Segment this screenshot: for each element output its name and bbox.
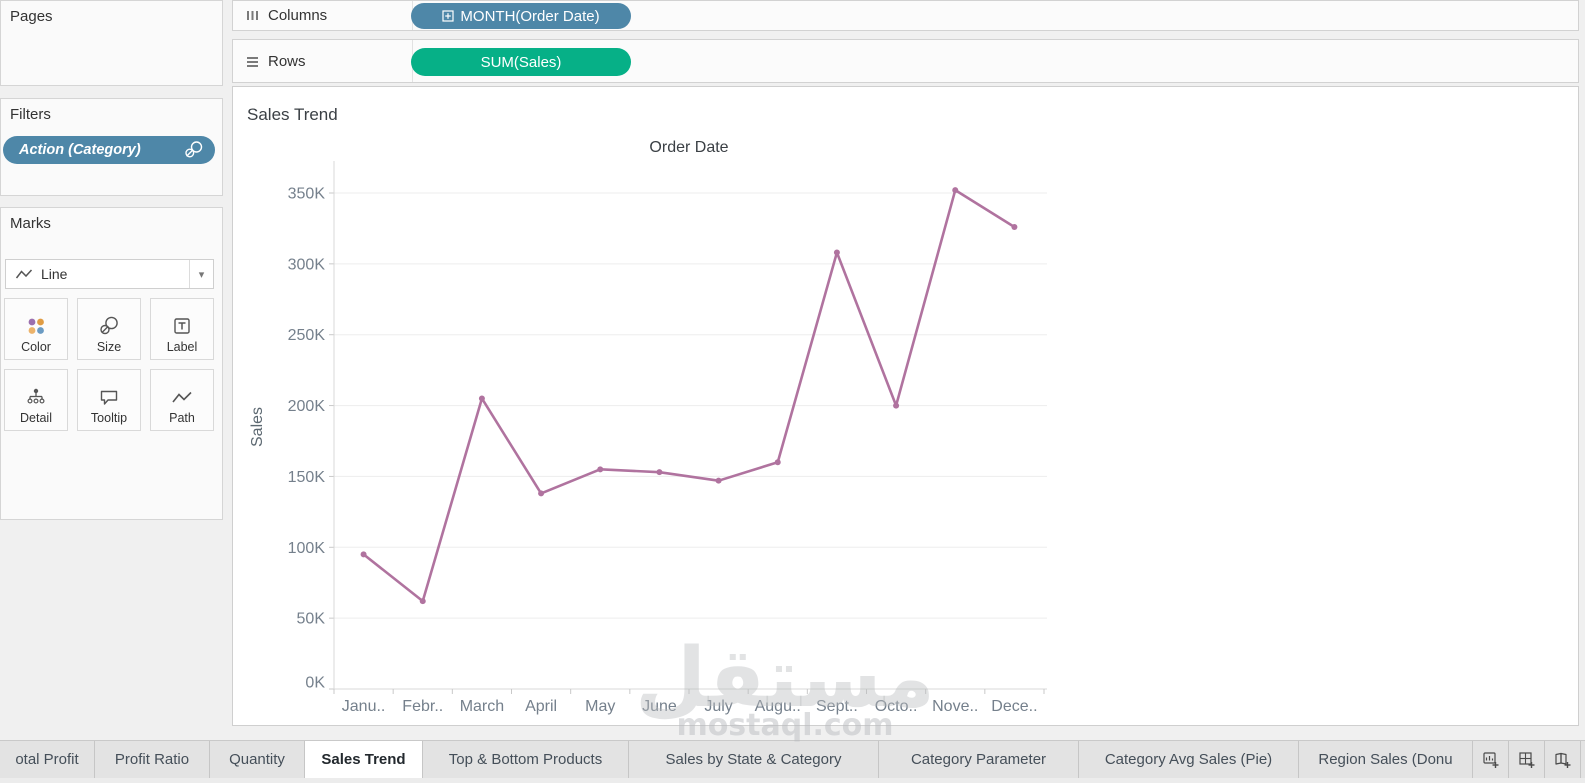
tooltip-button[interactable]: Tooltip bbox=[77, 369, 141, 431]
label-button[interactable]: Label bbox=[150, 298, 214, 360]
svg-text:150K: 150K bbox=[288, 469, 326, 486]
svg-text:April: April bbox=[525, 698, 557, 715]
rows-shelf-text: Rows bbox=[268, 53, 306, 70]
svg-text:300K: 300K bbox=[288, 256, 326, 273]
tab-total-profit[interactable]: otal Profit bbox=[0, 741, 95, 778]
tab-region-sales-donut[interactable]: Region Sales (Donu bbox=[1299, 741, 1473, 778]
mark-type-label: Line bbox=[41, 266, 67, 282]
tooltip-bubble-icon bbox=[98, 387, 120, 407]
color-dots-icon bbox=[26, 316, 46, 336]
svg-text:Nove..: Nove.. bbox=[932, 698, 978, 715]
svg-text:Sept..: Sept.. bbox=[816, 698, 858, 715]
svg-text:250K: 250K bbox=[288, 327, 326, 344]
detail-button[interactable]: Detail bbox=[4, 369, 68, 431]
marks-title: Marks bbox=[1, 208, 222, 232]
tab-sales-trend[interactable]: Sales Trend bbox=[305, 741, 423, 778]
svg-text:July: July bbox=[704, 698, 732, 715]
new-story-icon bbox=[1554, 751, 1572, 769]
filters-title: Filters bbox=[1, 99, 222, 123]
label-button-label: Label bbox=[167, 340, 198, 354]
svg-text:350K: 350K bbox=[288, 186, 326, 203]
line-mark-icon bbox=[15, 267, 33, 281]
columns-icon bbox=[246, 9, 259, 22]
tab-sales-by-state-category[interactable]: Sales by State & Category bbox=[629, 741, 879, 778]
svg-text:200K: 200K bbox=[288, 398, 326, 415]
pages-title: Pages bbox=[1, 1, 222, 25]
mark-type-dropdown[interactable]: Line ▾ bbox=[5, 259, 214, 289]
chevron-down-icon[interactable]: ▾ bbox=[189, 260, 213, 288]
marks-card: Marks Line ▾ Color bbox=[0, 207, 223, 520]
filter-pill-label: Action (Category) bbox=[19, 142, 141, 158]
worksheet-view: Sales Trend Order Date Sales 0K50K100K15… bbox=[232, 86, 1579, 726]
columns-pill-month-order-date[interactable]: MONTH(Order Date) bbox=[411, 3, 631, 29]
detail-button-label: Detail bbox=[20, 411, 52, 425]
tab-category-avg-sales-pie[interactable]: Category Avg Sales (Pie) bbox=[1079, 741, 1299, 778]
path-line-icon bbox=[171, 389, 193, 407]
columns-pill-label: MONTH(Order Date) bbox=[460, 8, 599, 25]
rows-icon bbox=[246, 55, 259, 68]
columns-shelf[interactable]: Columns MONTH(Order Date) bbox=[232, 0, 1579, 31]
tab-top-bottom-products[interactable]: Top & Bottom Products bbox=[423, 741, 629, 778]
tab-quantity[interactable]: Quantity bbox=[210, 741, 305, 778]
new-story-button[interactable] bbox=[1545, 741, 1581, 778]
label-text-icon bbox=[172, 316, 192, 336]
svg-text:May: May bbox=[585, 698, 615, 715]
new-worksheet-icon bbox=[1482, 751, 1500, 769]
color-button[interactable]: Color bbox=[4, 298, 68, 360]
path-button[interactable]: Path bbox=[150, 369, 214, 431]
new-dashboard-button[interactable] bbox=[1509, 741, 1545, 778]
sales-trend-plot[interactable]: 0K 50K 100K 150K 200K 250K 300K 350K Janu.. Febr.… bbox=[233, 87, 1578, 725]
expand-plus-icon[interactable] bbox=[442, 10, 454, 22]
svg-text:Janu..: Janu.. bbox=[342, 698, 386, 715]
size-button-label: Size bbox=[97, 340, 121, 354]
rows-shelf[interactable]: Rows SUM(Sales) bbox=[232, 39, 1579, 83]
svg-text:Dece..: Dece.. bbox=[991, 698, 1037, 715]
pages-shelf[interactable]: Pages bbox=[0, 0, 223, 86]
action-filter-icon bbox=[184, 141, 203, 159]
svg-text:Febr..: Febr.. bbox=[402, 698, 443, 715]
svg-text:100K: 100K bbox=[288, 540, 326, 557]
svg-text:0K: 0K bbox=[305, 675, 325, 692]
columns-shelf-text: Columns bbox=[268, 7, 327, 24]
rows-pill-label: SUM(Sales) bbox=[481, 54, 562, 71]
tab-category-parameter[interactable]: Category Parameter bbox=[879, 741, 1079, 778]
new-worksheet-button[interactable] bbox=[1473, 741, 1509, 778]
size-button[interactable]: Size bbox=[77, 298, 141, 360]
sheet-tab-strip: otal Profit Profit Ratio Quantity Sales … bbox=[0, 740, 1585, 779]
new-dashboard-icon bbox=[1518, 751, 1536, 769]
rows-shelf-label: Rows bbox=[233, 40, 413, 82]
color-button-label: Color bbox=[21, 340, 51, 354]
svg-text:March: March bbox=[460, 698, 504, 715]
filters-shelf[interactable]: Filters Action (Category) bbox=[0, 98, 223, 196]
size-circles-icon bbox=[99, 316, 119, 336]
svg-text:June: June bbox=[642, 698, 677, 715]
svg-text:Augu..: Augu.. bbox=[755, 698, 801, 715]
svg-text:Octo..: Octo.. bbox=[875, 698, 918, 715]
svg-text:50K: 50K bbox=[297, 611, 326, 628]
detail-tree-icon bbox=[26, 387, 46, 407]
path-button-label: Path bbox=[169, 411, 195, 425]
status-bar-area bbox=[0, 778, 1585, 783]
tab-profit-ratio[interactable]: Profit Ratio bbox=[95, 741, 210, 778]
tooltip-button-label: Tooltip bbox=[91, 411, 127, 425]
filter-pill-action-category[interactable]: Action (Category) bbox=[3, 136, 215, 164]
rows-pill-sum-sales[interactable]: SUM(Sales) bbox=[411, 48, 631, 76]
columns-shelf-label: Columns bbox=[233, 1, 413, 30]
